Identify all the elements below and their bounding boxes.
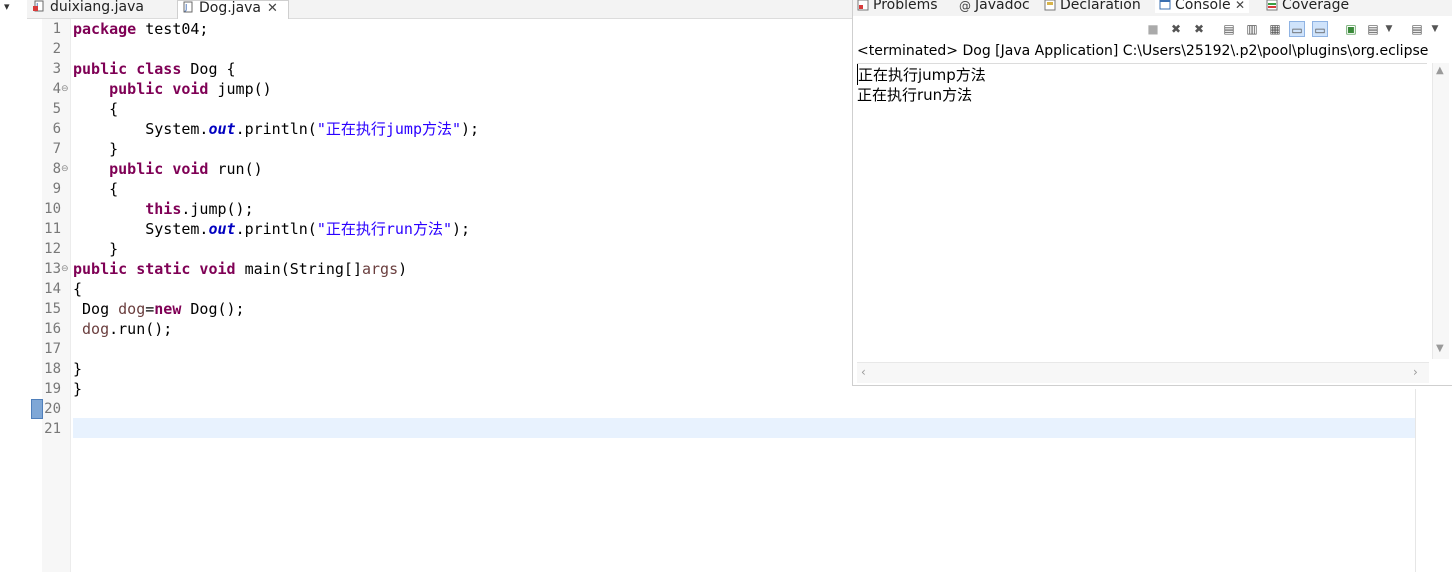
svg-text:J: J	[184, 3, 187, 12]
line-number: 13	[44, 261, 61, 277]
line-number: 4	[52, 81, 61, 97]
console-horizontal-scrollbar[interactable]: ‹ ›	[857, 362, 1429, 383]
tab-duixiang-java[interactable]: Jduixiang.java	[33, 0, 175, 18]
console-vertical-scrollbar[interactable]: ▲ ▼	[1432, 63, 1449, 359]
line-number: 21	[44, 421, 61, 437]
left-view-strip: ▾	[0, 0, 28, 572]
line-number: 20	[44, 401, 61, 417]
code-line-13: public static void main(String[]args)	[73, 260, 408, 278]
code-line-19: }	[73, 380, 83, 398]
line-number: 5	[52, 101, 61, 117]
line-number: 12	[44, 241, 61, 257]
tab-label: duixiang.java	[50, 0, 144, 15]
code-line-3: public class Dog {	[73, 60, 236, 78]
pin-console-icon[interactable]: ▣	[1343, 21, 1359, 37]
console-toolbar: ■ ✖ ✖ ▤ ▥ ▦ ▭ ▭ ▣ ▤ ▼ ▤ ▼	[853, 18, 1452, 42]
code-line-5: {	[109, 100, 119, 118]
tab-coverage[interactable]: Coverage	[1266, 0, 1349, 13]
coverage-icon	[1266, 0, 1278, 11]
line-number: 10	[44, 201, 61, 217]
code-line-1: package test04;	[73, 20, 209, 38]
code-line-10: this.jump();	[145, 200, 254, 218]
code-line-7: }	[109, 140, 119, 158]
code-line-16: dog.run();	[82, 320, 173, 338]
console-output-line: 正在执行run方法	[857, 86, 973, 104]
display-console-icon[interactable]: ▤	[1365, 21, 1381, 37]
view-menu-icon[interactable]: ▾	[4, 0, 10, 13]
tab-javadoc[interactable]: @ Javadoc	[959, 0, 1030, 13]
line-number: 17	[44, 341, 61, 357]
code-line-18: }	[73, 360, 83, 378]
code-line-6: System.out.println("正在执行jump方法");	[145, 120, 480, 138]
console-output[interactable]: 正在执行jump方法 正在执行run方法	[857, 63, 1427, 364]
line-number: 9	[52, 181, 61, 197]
chevron-right-icon[interactable]: ›	[1413, 365, 1418, 379]
line-number: 16	[44, 321, 61, 337]
line-number: 3	[52, 61, 61, 77]
line-number: 2	[52, 41, 61, 57]
remove-launch-icon[interactable]: ✖	[1168, 21, 1184, 37]
fold-toggle-icon[interactable]: ⊖	[61, 159, 71, 179]
code-line-4: public void jump()	[109, 80, 272, 98]
remove-all-terminated-icon[interactable]: ✖	[1191, 21, 1207, 37]
current-line-highlight	[73, 418, 1415, 438]
line-number: 1	[52, 21, 61, 37]
code-line-8: public void run()	[109, 160, 263, 178]
code-line-11: System.out.println("正在执行run方法");	[145, 220, 471, 238]
code-line-14: {	[73, 280, 83, 298]
close-icon[interactable]: ✕	[1235, 0, 1245, 12]
word-wrap-icon[interactable]: ▦	[1267, 21, 1283, 37]
console-output-line: 正在执行jump方法	[857, 64, 986, 85]
line-number: 7	[52, 141, 61, 157]
line-number: 18	[44, 361, 61, 377]
code-line-9: {	[109, 180, 119, 198]
scroll-lock-icon[interactable]: ▥	[1244, 21, 1260, 37]
tab-problems[interactable]: Problems	[857, 0, 938, 13]
view-tab-bar: Problems @ Javadoc Declaration Console ✕ …	[853, 0, 1452, 16]
problems-icon	[857, 0, 869, 11]
chevron-up-icon[interactable]: ▲	[1436, 65, 1444, 76]
console-view: Problems @ Javadoc Declaration Console ✕ …	[852, 0, 1452, 386]
tab-dog-java[interactable]: J Dog.java ✕	[177, 0, 289, 19]
code-line-12: }	[109, 240, 119, 258]
editor-tab-bar: Jduixiang.java J Dog.java ✕	[27, 0, 853, 19]
close-icon[interactable]: ✕	[267, 1, 278, 16]
fold-toggle-icon[interactable]: ⊖	[61, 259, 71, 279]
declaration-icon	[1044, 0, 1056, 11]
chevron-down-icon[interactable]: ▼	[1381, 21, 1397, 37]
process-status: <terminated> Dog [Java Application] C:\U…	[857, 43, 1429, 59]
line-number: 19	[44, 381, 61, 397]
fold-toggle-icon[interactable]: ⊖	[61, 79, 71, 99]
console-icon	[1159, 0, 1171, 10]
open-console-icon[interactable]: ▤	[1409, 21, 1425, 37]
clear-console-icon[interactable]: ▤	[1221, 21, 1237, 37]
editor-vertical-scrollbar[interactable]	[1415, 389, 1452, 572]
at-icon: @	[959, 0, 971, 13]
line-number: 15	[44, 301, 61, 317]
line-number: 6	[52, 121, 61, 137]
tab-declaration[interactable]: Declaration	[1044, 0, 1141, 13]
chevron-left-icon[interactable]: ‹	[861, 365, 866, 379]
tab-label: Dog.java	[199, 0, 262, 16]
line-number: 14	[44, 281, 61, 297]
tab-console[interactable]: Console ✕	[1155, 0, 1250, 13]
java-file-icon: J	[183, 1, 193, 13]
view-menu-icon[interactable]: ▼	[1427, 21, 1443, 37]
line-number: 8	[52, 161, 61, 177]
chevron-down-icon[interactable]: ▼	[1436, 343, 1444, 354]
line-number: 11	[44, 221, 61, 237]
show-on-stdout-icon[interactable]: ▭	[1289, 21, 1305, 37]
terminate-icon[interactable]: ■	[1145, 21, 1161, 37]
show-on-stderr-icon[interactable]: ▭	[1312, 21, 1328, 37]
java-file-error-icon: J	[33, 0, 44, 12]
code-line-15: Dog dog=new Dog();	[82, 300, 245, 318]
